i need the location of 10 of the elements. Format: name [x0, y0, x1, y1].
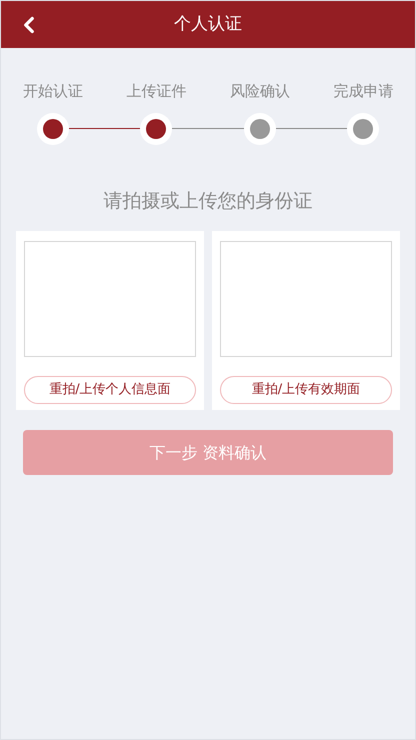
step-label: 上传证件	[125, 81, 188, 102]
page-title: 个人认证	[174, 12, 242, 36]
section-heading: 请拍摄或上传您的身份证	[104, 190, 312, 212]
step-label: 风险确认	[228, 81, 291, 102]
step-label: 开始认证	[22, 81, 84, 102]
upload-button[interactable]: 重拍/上传个人信息面	[24, 376, 196, 404]
photo-placeholder[interactable]	[220, 241, 392, 357]
photo-placeholder[interactable]	[24, 241, 196, 357]
upload-button[interactable]: 重拍/上传有效期面	[220, 376, 392, 404]
step-label: 完成申请	[332, 81, 394, 102]
